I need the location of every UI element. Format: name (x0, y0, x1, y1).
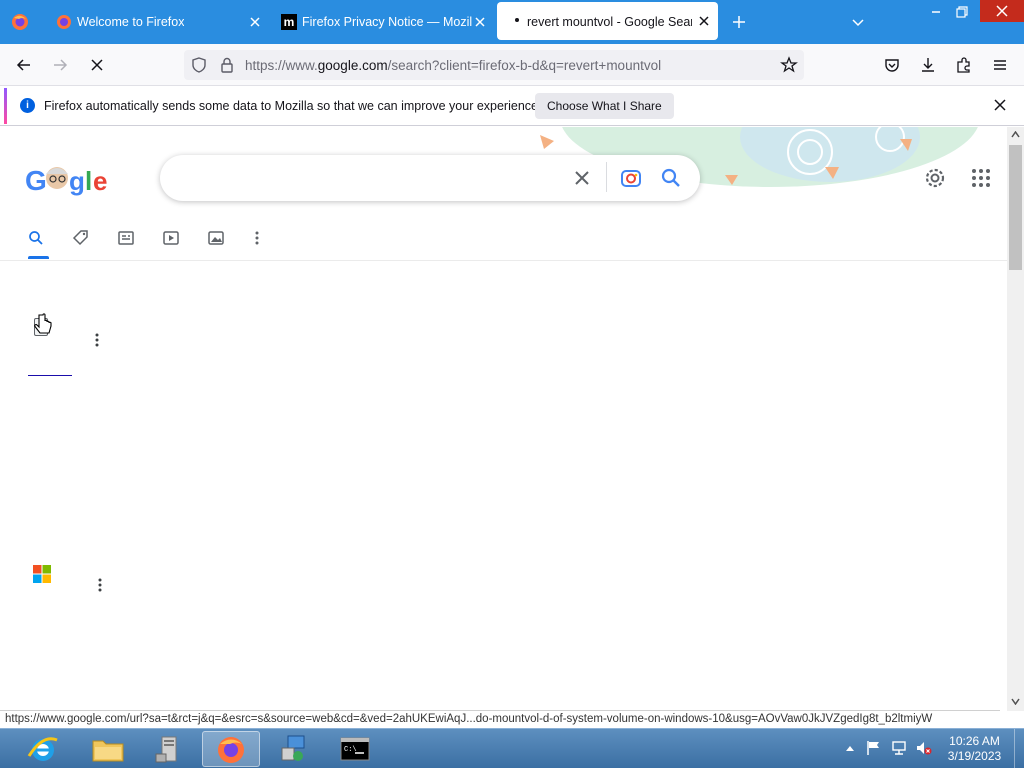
close-notification-icon[interactable] (991, 96, 1009, 114)
clock-date: 3/19/2023 (947, 749, 1002, 763)
url-prefix: https://www. (245, 58, 318, 73)
internet-explorer-taskbar-button[interactable] (14, 731, 72, 767)
tabs-divider (0, 260, 1007, 261)
action-center-flag-icon[interactable] (866, 740, 882, 756)
svg-text:C:\: C:\ (344, 746, 357, 754)
search-divider (606, 162, 607, 192)
show-hidden-icons-icon[interactable] (845, 744, 855, 752)
close-tab-icon[interactable] (696, 13, 712, 29)
scrollbar-thumb[interactable] (1009, 145, 1022, 270)
hamburger-menu-icon[interactable] (991, 56, 1009, 74)
lock-icon[interactable] (219, 56, 235, 74)
svg-text:e: e (93, 166, 107, 196)
loading-dot-icon (515, 18, 519, 22)
scroll-up-arrow-icon[interactable] (1011, 131, 1020, 138)
back-icon[interactable] (15, 56, 33, 74)
start-edge[interactable] (0, 729, 14, 769)
tab-google-search[interactable]: revert mountvol - Google Search (497, 2, 718, 40)
tab-label: Firefox Privacy Notice — Mozilla (302, 15, 472, 29)
active-tab-indicator (28, 256, 49, 259)
microsoft-logo-icon[interactable] (33, 565, 51, 583)
new-tab-icon[interactable] (731, 14, 747, 30)
search-icon[interactable] (660, 167, 682, 189)
taskbar-clock[interactable]: 10:26 AM 3/19/2023 (942, 734, 1007, 764)
firefox-tab-icon (56, 14, 72, 30)
tab-welcome[interactable]: Welcome to Firefox (44, 0, 269, 44)
file-explorer-taskbar-button[interactable] (79, 731, 137, 767)
volume-muted-icon[interactable] (915, 740, 933, 756)
tab-all-search-icon[interactable] (27, 229, 47, 249)
info-icon: i (20, 98, 35, 113)
close-tab-icon[interactable] (472, 14, 488, 30)
bookmark-star-icon[interactable] (780, 56, 798, 74)
tab-label: Welcome to Firefox (77, 15, 185, 29)
google-doodle-logo[interactable]: G g l e (25, 160, 117, 198)
close-tab-icon[interactable] (247, 14, 263, 30)
tab-videos-icon[interactable] (162, 229, 182, 249)
result-options-kebab-icon[interactable] (91, 576, 109, 594)
url-domain: google.com (317, 58, 388, 73)
svg-text:l: l (85, 166, 92, 196)
server-manager-taskbar-button[interactable] (140, 731, 198, 767)
google-lens-camera-icon[interactable] (620, 167, 642, 189)
mozilla-m-icon: m (281, 14, 297, 30)
firefox-icon[interactable] (11, 13, 29, 31)
network-setup-taskbar-button[interactable] (265, 731, 323, 767)
link-status-bar: https://www.google.com/url?sa=t&rct=j&q=… (0, 710, 1000, 728)
restore-icon[interactable] (954, 4, 970, 20)
url-text[interactable]: https://www.google.com/search?client=fir… (245, 58, 661, 73)
page-content (0, 127, 1007, 711)
forward-icon[interactable] (51, 56, 69, 74)
pocket-icon[interactable] (883, 56, 901, 74)
google-search-box[interactable] (160, 155, 700, 201)
notification-message: Firefox automatically sends some data to… (44, 99, 542, 113)
more-tabs-kebab-icon[interactable] (248, 229, 268, 249)
downloads-icon[interactable] (919, 56, 937, 74)
command-prompt-taskbar-button[interactable]: C:\ (326, 731, 384, 767)
close-window-button[interactable] (980, 0, 1024, 22)
network-icon[interactable] (891, 740, 909, 756)
windows-taskbar: C:\ 10:26 AM 3/19/2023 (0, 728, 1024, 769)
tab-images-icon[interactable] (207, 229, 227, 249)
title-bar: Welcome to Firefox m Firefox Privacy Not… (0, 0, 1024, 44)
tab-news-icon[interactable] (117, 229, 137, 249)
stop-loading-icon[interactable] (88, 56, 106, 74)
tab-label: revert mountvol - Google Search (527, 15, 692, 29)
notification-accent-stripe (4, 88, 7, 124)
svg-text:G: G (25, 165, 47, 196)
vertical-scrollbar[interactable] (1007, 127, 1024, 711)
list-all-tabs-icon[interactable] (850, 14, 866, 30)
clock-time: 10:26 AM (949, 734, 1000, 748)
settings-gear-icon[interactable] (923, 166, 947, 190)
tracking-protection-shield-icon[interactable] (190, 56, 208, 74)
svg-text:g: g (69, 166, 85, 196)
extensions-icon[interactable] (955, 56, 973, 74)
scroll-down-arrow-icon[interactable] (1011, 698, 1020, 705)
result-options-kebab-icon[interactable] (88, 331, 106, 349)
clear-search-icon[interactable] (572, 168, 592, 188)
firefox-taskbar-button[interactable] (202, 731, 260, 767)
tab-privacy-notice[interactable]: m Firefox Privacy Notice — Mozilla (270, 0, 494, 44)
result-link-underline[interactable] (28, 375, 72, 376)
url-path: /search?client=firefox-b-d&q=revert+moun… (387, 58, 662, 73)
hand-cursor-icon (33, 313, 55, 339)
google-apps-grid-icon[interactable] (971, 168, 991, 188)
show-desktop-button[interactable] (1014, 729, 1024, 769)
choose-what-i-share-button[interactable]: Choose What I Share (535, 93, 674, 119)
minimize-icon[interactable] (928, 4, 944, 20)
tab-shopping-tag-icon[interactable] (72, 229, 92, 249)
